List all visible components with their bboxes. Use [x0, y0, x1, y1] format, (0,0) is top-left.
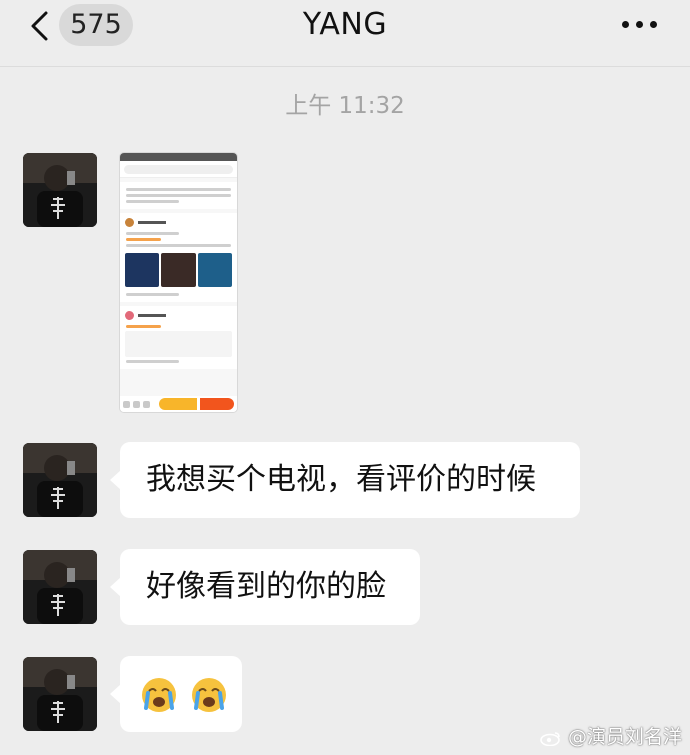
- chat-title: YANG: [302, 7, 388, 42]
- message-bubble[interactable]: 我想买个电视，看评价的时候: [110, 442, 580, 518]
- weibo-watermark: @演员刘名洋: [540, 722, 682, 749]
- watermark-text: @演员刘名洋: [567, 726, 682, 748]
- crying-face-icon: [142, 677, 176, 712]
- more-dots-icon: [622, 21, 629, 28]
- message-timestamp: 上午 11:32: [285, 93, 405, 119]
- sender-avatar[interactable]: [23, 443, 97, 517]
- message-bubble[interactable]: 好像看到的你的脸: [110, 549, 420, 625]
- sender-avatar[interactable]: [23, 153, 97, 227]
- crying-face-icon: [191, 677, 226, 712]
- sender-avatar[interactable]: [23, 657, 97, 731]
- weibo-logo-icon: [540, 731, 560, 746]
- sender-avatar[interactable]: [23, 550, 97, 624]
- shared-screenshot-image[interactable]: [120, 153, 237, 412]
- chat-header: 575 YANG: [0, 0, 690, 67]
- more-options-button[interactable]: [622, 21, 658, 29]
- emoji-message-bubble[interactable]: [110, 656, 242, 732]
